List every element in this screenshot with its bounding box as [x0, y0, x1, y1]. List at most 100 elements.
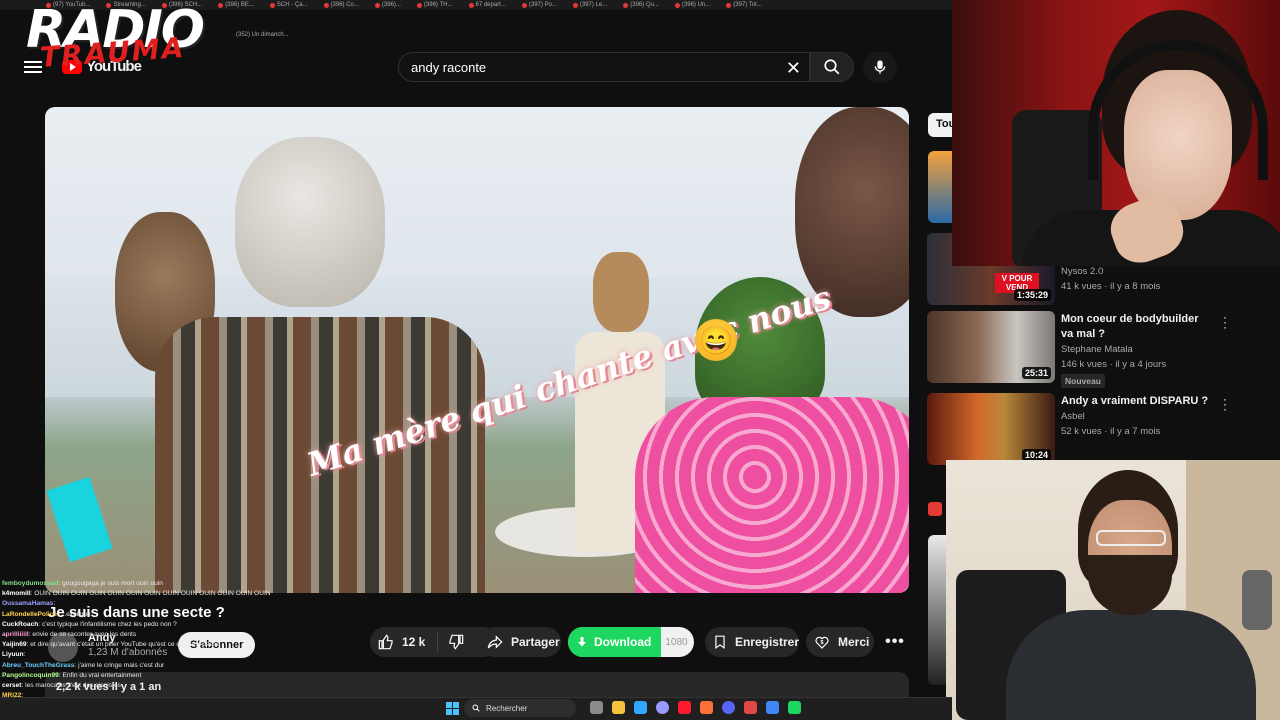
video-player[interactable]: Ma mère qui chante avec nous 😄 [45, 107, 909, 593]
browser-tab-label: (396)... [381, 2, 401, 8]
youtube-favicon-icon [674, 2, 680, 8]
discord-icon[interactable] [700, 701, 713, 714]
chat-message: Abreu_TouchTheGrass: j'aime le cringe ma… [2, 661, 302, 671]
browser-tab[interactable]: (397) Po... [516, 0, 563, 10]
browser-tab[interactable]: (396) Co... [318, 0, 365, 10]
opera-icon[interactable] [656, 701, 669, 714]
thumbs-up-icon [378, 634, 393, 650]
search-button[interactable] [810, 52, 854, 82]
chat-message: Yaijin69: et dire qu'avant c'était un pi… [2, 640, 302, 650]
recommendation-title[interactable]: Mon coeur de bodybuilder va mal ? [1061, 312, 1211, 342]
download-icon [578, 637, 586, 647]
close-icon[interactable]: ✕ [786, 58, 801, 79]
chat-text: Enfin du vrai entertainment [62, 671, 142, 679]
browser-tab[interactable]: (397) Tot... [720, 0, 768, 10]
chat-username: CuckRoach [2, 620, 39, 628]
download-button[interactable]: Download 1080 ▼ [568, 627, 694, 657]
chat-separator: : [23, 651, 26, 659]
webcam-bottom [946, 460, 1280, 720]
youtube-favicon-icon [468, 2, 474, 8]
file-explorer-icon[interactable] [590, 701, 603, 714]
youtube-favicon-icon [572, 2, 578, 8]
browser-tab-label: (396) TH... [423, 2, 453, 8]
photoshop-icon[interactable] [612, 701, 625, 714]
microphone-icon [1242, 570, 1272, 630]
browser-tab-label: (396) Qu... [630, 2, 659, 8]
browser-tab[interactable]: 67 depart... [463, 0, 512, 10]
share-label: Partager [511, 635, 560, 649]
youtube-favicon-icon [323, 2, 329, 8]
premiere-icon[interactable] [634, 701, 647, 714]
youtube-favicon-icon [374, 2, 380, 8]
browser-tab[interactable]: (396) TH... [411, 0, 459, 10]
more-actions-button[interactable]: ••• [880, 627, 910, 657]
recommendation-channel[interactable]: Stephane Matala [1061, 344, 1133, 355]
thanks-button[interactable]: $ Merci [806, 627, 874, 657]
mic-icon [874, 60, 886, 74]
recommendation-meta: 146 k vues · il y a 4 jours [1061, 359, 1167, 370]
chat-text: et dire qu'avant c'était un pilier YouTu… [30, 641, 220, 649]
chat-message: CuckRoach: c'est typique l'infantilisme … [2, 620, 302, 630]
share-button[interactable]: Partager [479, 627, 561, 657]
more-options-icon[interactable]: · · · [1221, 393, 1229, 415]
chat-message: cerset: les marocains c'est des sioniste… [2, 681, 302, 691]
browser-tab[interactable]: (396) Un... [669, 0, 716, 10]
recommendation-item[interactable]: 25:31 Mon coeur de bodybuilder va mal ? … [927, 311, 1229, 388]
chat-text: gougougaga je suis mort ouin ouin [62, 580, 163, 587]
firefox-icon[interactable] [678, 701, 691, 714]
download-action[interactable]: Download [568, 627, 662, 657]
taskbar-search-label: Rechercher [486, 703, 528, 713]
obs-icon[interactable] [722, 701, 735, 714]
chat-username: femboydumossad [2, 580, 59, 587]
recommendation-channel[interactable]: Asbel [1061, 411, 1085, 422]
download-quality[interactable]: 1080 [661, 637, 691, 648]
chevron-down-icon[interactable]: ▼ [692, 637, 694, 647]
browser-tab-label: (397) Po... [528, 2, 557, 8]
save-button[interactable]: Enregistrer [705, 627, 799, 657]
chat-text: envie de se raconter avec les dents [32, 631, 137, 639]
recommendation-item[interactable]: 10:24 Andy a vraiment DISPARU ? · · · Asbe… [927, 393, 1227, 465]
dislike-button[interactable] [438, 634, 474, 650]
chat-message: LaRondellePolice: ...explique [2, 610, 302, 620]
search-input[interactable] [411, 59, 771, 75]
windows-icon[interactable] [446, 702, 459, 715]
chat-username: Pangolincoquin99 [2, 671, 59, 679]
chat-text: c'est typique l'infantilisme chez les pe… [41, 620, 177, 628]
download-label: Download [594, 635, 652, 649]
chat-text: j'aime le cringe mais c'est dur [78, 661, 165, 669]
save-label: Enregistrer [734, 635, 799, 649]
voice-search-button[interactable] [863, 51, 897, 83]
recommendation-thumbnail[interactable]: 25:31 [927, 311, 1055, 383]
chat-username: Yaijin69 [2, 641, 27, 649]
browser-tab[interactable]: (397) Le... [567, 0, 613, 10]
heart-dollar-icon: $ [815, 636, 829, 649]
search-box[interactable]: ✕ [398, 52, 810, 82]
recommendation-meta: 41 k vues · il y a 8 mois [1061, 281, 1161, 292]
browser-tab[interactable]: SCH - Ça... [264, 0, 314, 10]
stream-brand-overlay: RADIO TRAUMA [26, 0, 236, 74]
browser-tab[interactable]: (396)... [369, 0, 407, 10]
recommendation-meta: 52 k vues · il y a 7 mois [1061, 426, 1161, 437]
like-button[interactable]: 12 k [370, 632, 439, 652]
recommendation-channel[interactable]: Nysos 2.0 [1061, 266, 1103, 277]
taskbar-search[interactable]: Rechercher [464, 699, 576, 717]
browser-tab[interactable]: (396) Qu... [617, 0, 665, 10]
youtube-favicon-icon [521, 2, 527, 8]
thanks-label: Merci [838, 635, 870, 649]
svg-text:$: $ [821, 640, 824, 646]
more-options-icon[interactable]: · · · [1221, 311, 1229, 333]
chrome-icon[interactable] [744, 701, 757, 714]
video-person-man [125, 137, 505, 593]
youtube-favicon-icon [623, 2, 629, 8]
chat-username: Liyuun [2, 651, 24, 659]
share-icon [487, 635, 503, 649]
youtube-shorts-icon[interactable] [928, 502, 942, 516]
spotify-icon[interactable] [766, 701, 779, 714]
chat-username: cerset [2, 682, 22, 690]
recommendation-thumbnail[interactable]: 10:24 [927, 393, 1055, 465]
chat-username: OussamaHamas [2, 600, 54, 608]
nvidia-icon[interactable] [788, 701, 801, 714]
glasses-icon [1096, 530, 1166, 546]
browser-tab-label: (396) Co... [330, 2, 359, 8]
recommendation-title[interactable]: Andy a vraiment DISPARU ? [1061, 394, 1211, 409]
